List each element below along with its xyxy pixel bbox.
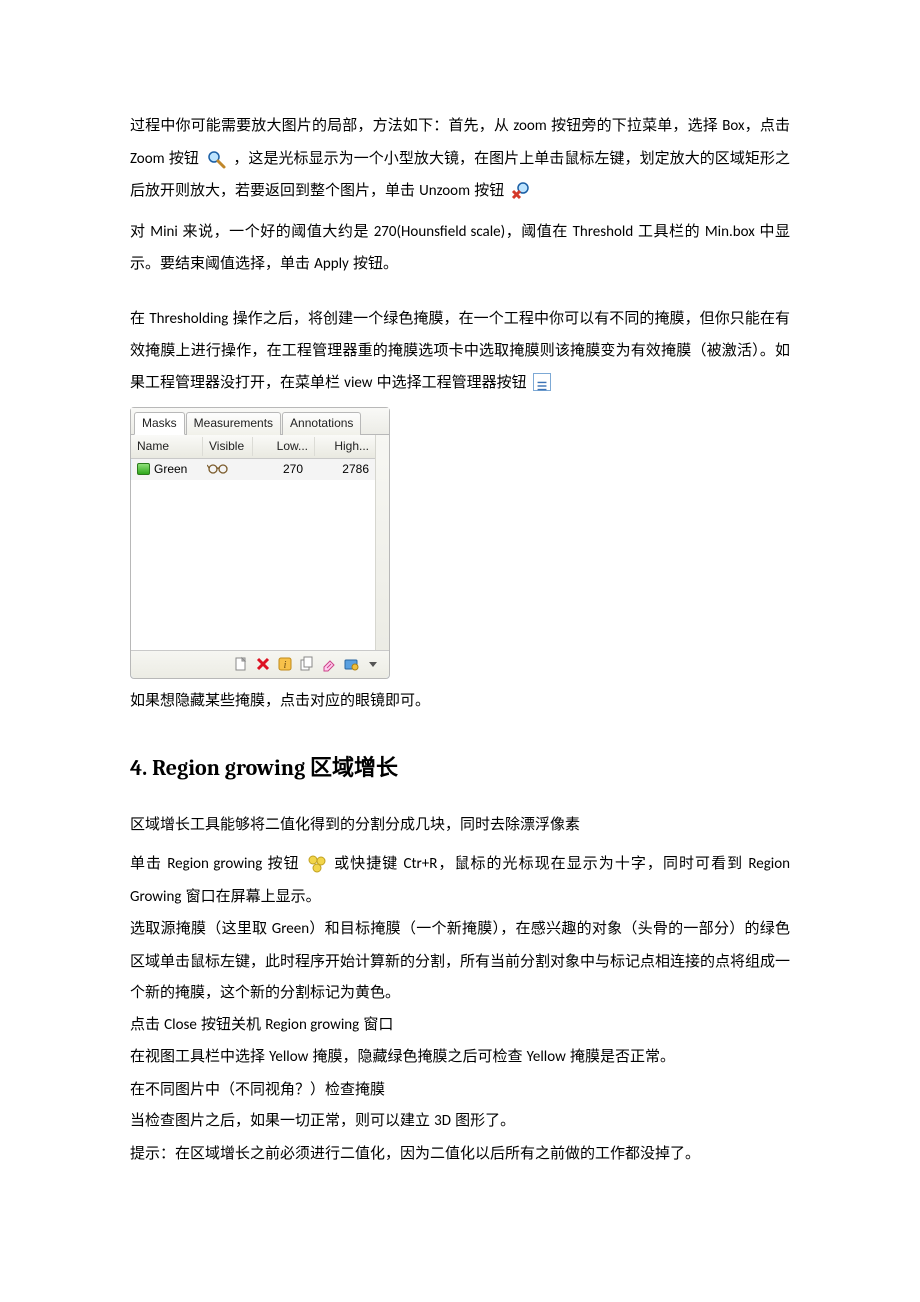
delete-icon[interactable] bbox=[255, 656, 271, 672]
paragraph-zoom: 过程中你可能需要放大图片的局部，方法如下：首先，从 zoom 按钮旁的下拉菜单，… bbox=[130, 110, 790, 208]
panel-toolbar: i bbox=[131, 650, 389, 678]
mask-visible-cell[interactable] bbox=[203, 462, 253, 477]
paragraph-threshold-value: 对 Mini 来说，一个好的阈值大约是 270(Hounsfield scale… bbox=[130, 216, 790, 281]
panel-tabs: Masks Measurements Annotations bbox=[131, 408, 389, 435]
tab-masks[interactable]: Masks bbox=[134, 412, 185, 435]
info-icon[interactable]: i bbox=[277, 656, 293, 672]
masks-panel: Masks Measurements Annotations Name Visi… bbox=[130, 407, 390, 679]
mask-name-cell: Green bbox=[131, 462, 203, 476]
paragraph-rg-tip: 提示：在区域增长之前必须进行二值化，因为二值化以后所有之前做的工作都没掉了。 bbox=[130, 1138, 790, 1170]
paragraph-rg-button: 单击 Region growing 按钮 或快捷键 Ctr+R，鼠标的光标现在显… bbox=[130, 848, 790, 913]
paragraph-rg-select: 选取源掩膜（这里取 Green）和目标掩膜（一个新掩膜），在感兴趣的对象（头骨的… bbox=[130, 913, 790, 1009]
tab-measurements[interactable]: Measurements bbox=[186, 412, 281, 435]
col-name[interactable]: Name bbox=[131, 437, 203, 455]
panel-column-headers: Name Visible Low... High... bbox=[131, 435, 375, 458]
paragraph-rg-yellow: 在视图工具栏中选择 Yellow 掩膜，隐藏绿色掩膜之后可检查 Yellow 掩… bbox=[130, 1041, 790, 1074]
copy-icon[interactable] bbox=[299, 656, 315, 672]
paragraph-hide-mask: 如果想隐藏某些掩膜，点击对应的眼镜即可。 bbox=[130, 685, 790, 717]
col-low[interactable]: Low... bbox=[253, 437, 315, 455]
region-growing-icon bbox=[307, 854, 327, 874]
paragraph-rg-check: 在不同图片中（不同视角？）检查掩膜 bbox=[130, 1074, 790, 1106]
glasses-icon bbox=[207, 462, 229, 474]
paragraph-rg-intro: 区域增长工具能够将二值化得到的分割分成几块，同时去除漂浮像素 bbox=[130, 809, 790, 841]
page-body: 过程中你可能需要放大图片的局部，方法如下：首先，从 zoom 按钮旁的下拉菜单，… bbox=[0, 0, 920, 1269]
panel-empty-area bbox=[131, 480, 375, 650]
erase-icon[interactable] bbox=[321, 656, 337, 672]
unzoom-icon bbox=[510, 180, 532, 202]
dropdown-icon[interactable] bbox=[365, 656, 381, 672]
zoom-icon bbox=[205, 148, 227, 170]
scrollbar[interactable] bbox=[375, 435, 389, 650]
project-manager-icon bbox=[533, 373, 551, 391]
svg-text:i: i bbox=[284, 660, 287, 671]
heading-region-growing: 4. Region growing 区域增长 bbox=[130, 745, 790, 791]
tab-annotations[interactable]: Annotations bbox=[282, 412, 361, 435]
col-high[interactable]: High... bbox=[315, 437, 375, 455]
paragraph-rg-close: 点击 Close 按钮关机 Region growing 窗口 bbox=[130, 1009, 790, 1042]
paragraph-thresholding: 在 Thresholding 操作之后，将创建一个绿色掩膜，在一个工程中你可以有… bbox=[130, 303, 790, 400]
mask-color-swatch bbox=[137, 463, 150, 475]
settings-icon[interactable] bbox=[343, 656, 359, 672]
col-visible[interactable]: Visible bbox=[203, 437, 253, 455]
table-row[interactable]: Green 270 2786 bbox=[131, 459, 375, 480]
paragraph-rg-3d: 当检查图片之后，如果一切正常，则可以建立 3D 图形了。 bbox=[130, 1105, 790, 1138]
mask-low-cell: 270 bbox=[253, 462, 315, 476]
mask-high-cell: 2786 bbox=[315, 462, 375, 476]
new-icon[interactable] bbox=[233, 656, 249, 672]
